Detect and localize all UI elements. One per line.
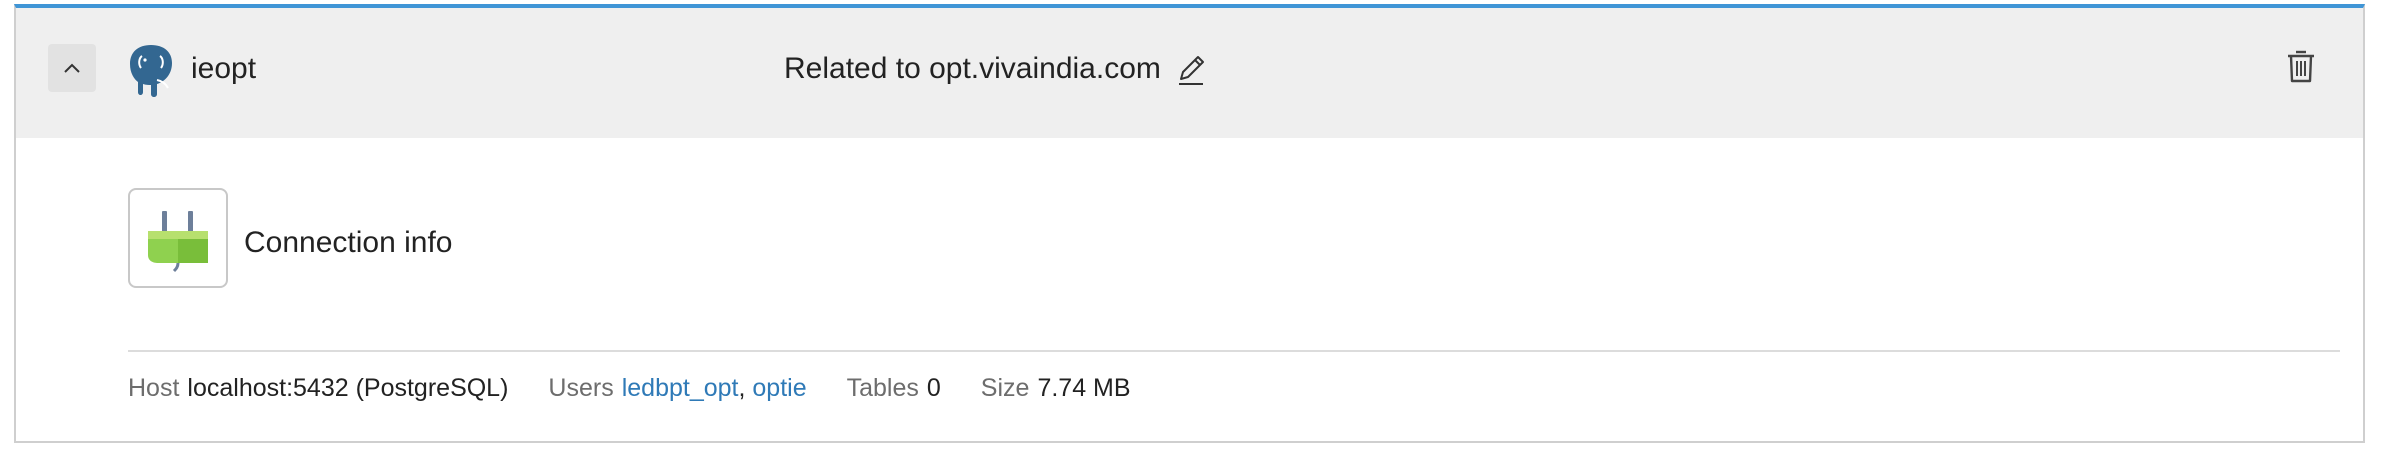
users-label: Users [548, 374, 614, 402]
tables-label: Tables [846, 374, 919, 402]
related-site: Related to opt.vivaindia.com [784, 52, 1207, 86]
size-value: 7.74 MB [1037, 374, 1131, 402]
size-group: Size 7.74 MB [981, 374, 1131, 403]
host-value: localhost:5432 (PostgreSQL) [187, 374, 509, 402]
database-meta: Host localhost:5432 (PostgreSQL) Users led… [128, 374, 1171, 403]
collapse-button[interactable] [48, 44, 96, 92]
plug-icon [148, 211, 208, 273]
user-link[interactable]: ledbpt_opt [622, 374, 739, 402]
size-label: Size [980, 374, 1030, 402]
chevron-up-icon [64, 63, 80, 73]
host-label: Host [128, 374, 180, 402]
database-name: ieopt [191, 52, 257, 85]
related-site-text: Related to opt.vivaindia.com [784, 52, 1161, 85]
database-header: ieopt Related to opt.vivaindia.com [16, 8, 2363, 138]
users-group: Users ledbpt_opt, optie [548, 374, 806, 403]
divider [128, 350, 2340, 352]
tables-group: Tables 0 [847, 374, 941, 403]
trash-icon[interactable] [2286, 48, 2316, 84]
tables-value: 0 [926, 374, 941, 402]
host-group: Host localhost:5432 (PostgreSQL) [128, 374, 508, 403]
users-separator: , [738, 374, 753, 402]
connection-info-title[interactable]: Connection info [244, 226, 452, 260]
pencil-icon[interactable] [1175, 52, 1207, 86]
database-panel: ieopt Related to opt.vivaindia.com Conne… [14, 4, 2365, 443]
connection-info-tile[interactable] [128, 188, 228, 288]
postgresql-elephant-icon [130, 45, 172, 97]
user-link[interactable]: optie [752, 374, 806, 402]
